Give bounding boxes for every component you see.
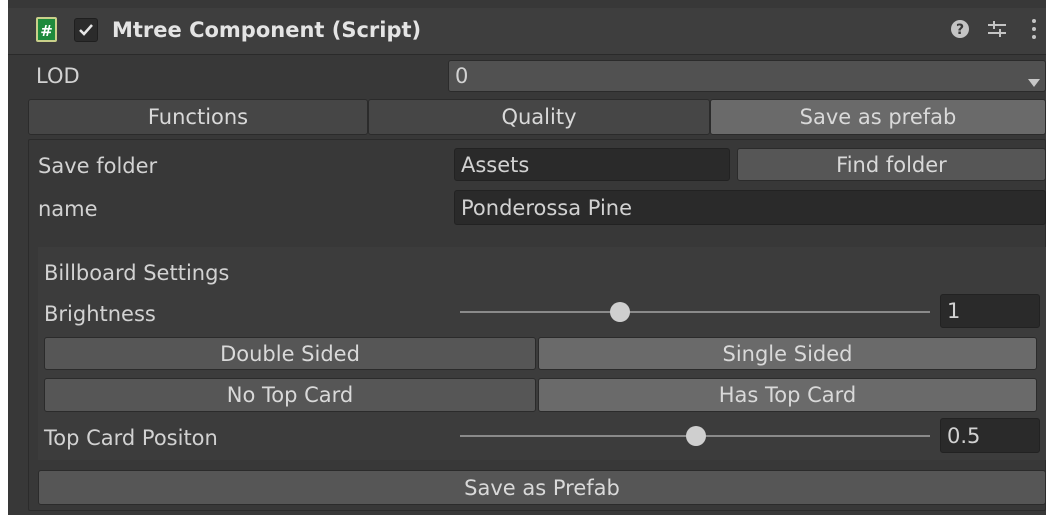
brightness-slider-track[interactable]: [460, 311, 930, 313]
no-top-card-button[interactable]: No Top Card: [44, 378, 536, 412]
kebab-menu-icon[interactable]: [1030, 18, 1038, 40]
save-as-prefab-button[interactable]: Save as Prefab: [38, 470, 1046, 505]
preset-icon[interactable]: [986, 18, 1008, 40]
tab-save-as-prefab[interactable]: Save as prefab: [710, 99, 1046, 135]
name-label: name: [38, 197, 98, 221]
brightness-label: Brightness: [44, 302, 156, 326]
name-field[interactable]: Ponderossa Pine: [454, 190, 1046, 225]
brightness-slider-handle[interactable]: [610, 302, 630, 322]
lod-label: LOD: [36, 64, 80, 88]
brightness-value-field[interactable]: 1: [940, 294, 1040, 328]
single-sided-button[interactable]: Single Sided: [538, 337, 1037, 370]
double-sided-button[interactable]: Double Sided: [44, 337, 536, 370]
lod-dropdown[interactable]: 0: [448, 60, 1046, 92]
save-folder-field[interactable]: Assets: [454, 148, 730, 181]
chevron-down-icon: [1027, 70, 1041, 94]
lod-dropdown-value: 0: [455, 64, 469, 88]
billboard-settings-title: Billboard Settings: [44, 261, 230, 285]
top-card-position-label: Top Card Positon: [44, 426, 218, 450]
top-card-position-slider-handle[interactable]: [686, 426, 706, 446]
svg-text:#: #: [40, 22, 53, 40]
enabled-checkbox[interactable]: [74, 18, 98, 42]
save-folder-label: Save folder: [38, 154, 158, 178]
script-icon: #: [36, 17, 57, 42]
top-card-position-value-field[interactable]: 0.5: [940, 418, 1040, 453]
tab-quality[interactable]: Quality: [368, 99, 710, 135]
find-folder-button[interactable]: Find folder: [737, 148, 1046, 181]
svg-text:?: ?: [956, 22, 964, 38]
help-icon[interactable]: ?: [950, 19, 970, 39]
has-top-card-button[interactable]: Has Top Card: [538, 378, 1037, 412]
inspector-root: # Mtree Component (Script) ? LOD 0 Funct…: [0, 0, 1046, 515]
tab-functions[interactable]: Functions: [28, 99, 368, 135]
component-title: Mtree Component (Script): [112, 18, 422, 42]
